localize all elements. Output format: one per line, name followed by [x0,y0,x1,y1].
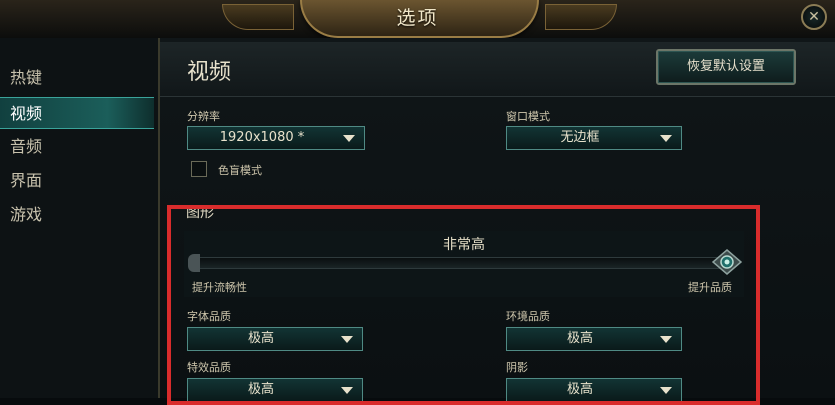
resolution-dropdown[interactable]: 1920x1080 * [187,126,365,150]
environment-quality-label: 环境品质 [506,310,550,323]
environment-quality-dropdown[interactable]: 极高 [506,327,682,351]
quality-level-text: 非常高 [443,237,485,253]
window-mode-dropdown[interactable]: 无边框 [506,126,682,150]
graphics-quality-panel: 非常高 提升流畅性 提升品质 [184,231,744,297]
chevron-down-icon [341,387,353,394]
slider-min-label: 提升流畅性 [192,281,247,294]
colorblind-checkbox[interactable] [191,161,207,177]
section-header: 视频 恢复默认设置 [160,42,835,97]
slider-max-label: 提升品质 [688,281,732,294]
close-button[interactable]: ✕ [801,4,827,30]
window-mode-value: 无边框 [560,130,600,145]
environment-quality-value: 极高 [566,331,593,346]
quality-slider[interactable] [192,257,736,269]
effects-quality-dropdown[interactable]: 极高 [187,378,363,402]
chevron-down-icon [660,135,672,142]
sidebar-item-audio[interactable]: 音频 [0,131,154,163]
sidebar-item-hotkeys[interactable]: 热键 [0,62,154,94]
resolution-label: 分辨率 [187,110,220,123]
shadows-dropdown[interactable]: 极高 [506,378,682,402]
page-title: 视频 [187,60,232,85]
main-panel: 视频 恢复默认设置 分辨率 1920x1080 * 窗口模式 无边框 色盲模式 … [160,38,835,402]
window-title: 选项 [396,7,439,29]
close-icon: ✕ [808,9,820,25]
slider-min-cap [188,254,200,272]
character-quality-dropdown[interactable]: 极高 [187,327,363,351]
colorblind-label: 色盲模式 [218,164,262,177]
character-quality-value: 极高 [247,331,274,346]
title-bar: 选项 ✕ [0,0,835,39]
slider-thumb-icon[interactable] [712,249,742,275]
window-mode-label: 窗口模式 [506,110,550,123]
sidebar-item-game[interactable]: 游戏 [0,199,154,231]
chevron-down-icon [660,336,672,343]
chevron-down-icon [660,387,672,394]
sidebar-item-interface[interactable]: 界面 [0,165,154,197]
character-quality-label: 字体品质 [187,310,231,323]
chevron-down-icon [341,336,353,343]
effects-quality-label: 特效品质 [187,361,231,374]
sidebar: 热键 视频 音频 界面 游戏 [0,38,160,398]
sidebar-item-video[interactable]: 视频 [0,97,154,129]
shadows-label: 阴影 [506,361,528,374]
graphics-section-title: 图形 [186,205,214,221]
chevron-down-icon [343,135,355,142]
resolution-value: 1920x1080 * [219,130,305,145]
restore-defaults-button[interactable]: 恢复默认设置 [656,49,796,85]
